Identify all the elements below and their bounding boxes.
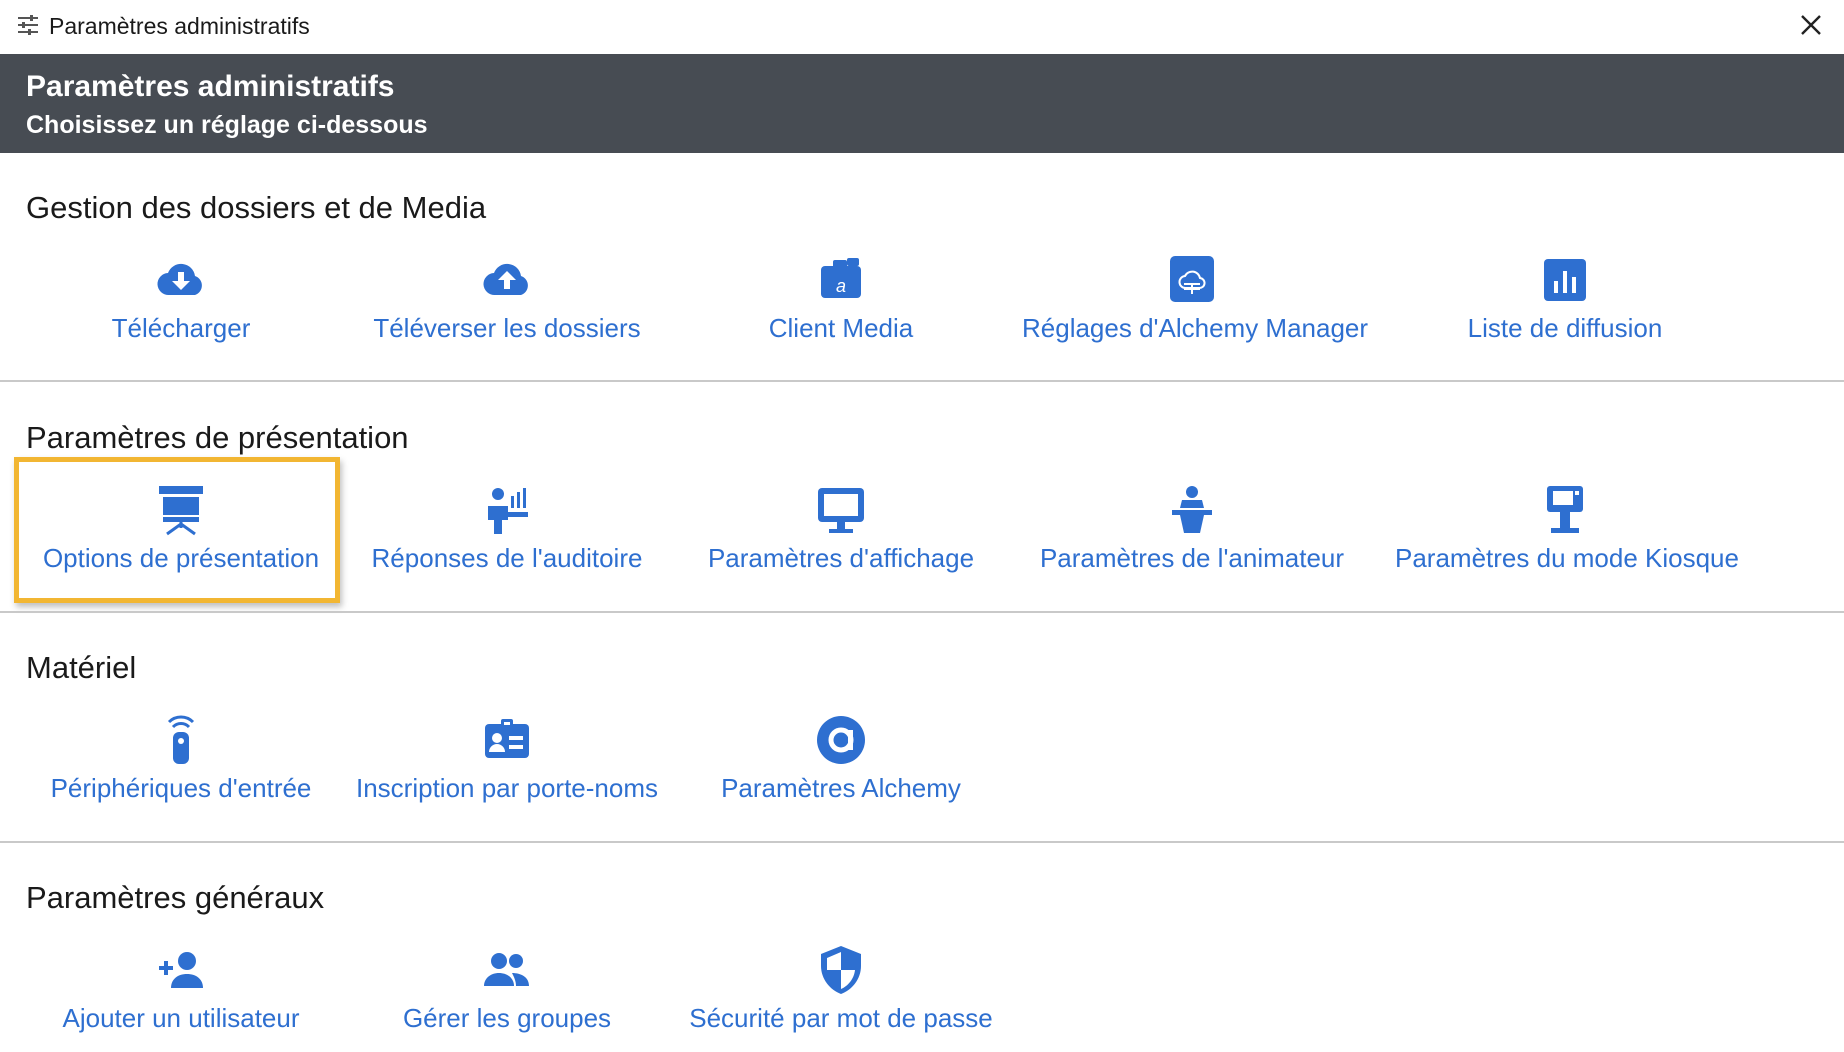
tile-parametres-affichage[interactable]: Paramètres d'affichage <box>671 484 1011 580</box>
close-icon <box>1801 15 1821 35</box>
cloud-download-icon <box>155 254 207 306</box>
kiosk-icon <box>1539 484 1591 536</box>
tile-telecharger[interactable]: Télécharger <box>11 254 351 350</box>
tile-label: Téléverser les dossiers <box>373 313 641 343</box>
tile-label: Liste de diffusion <box>1467 313 1663 343</box>
audience-responses-icon <box>481 484 533 536</box>
sliders-icon <box>16 13 40 37</box>
page-subtitle: Choisissez un réglage ci-dessous <box>26 111 428 139</box>
tile-label: Ajouter un utilisateur <box>62 1003 300 1033</box>
group-icon <box>481 944 533 996</box>
tile-label: Paramètres d'affichage <box>707 543 975 573</box>
page-title: Paramètres administratifs <box>26 70 395 103</box>
tile-alchemy-manager[interactable]: Réglages d'Alchemy Manager <box>1022 254 1369 350</box>
tile-liste-diffusion[interactable]: Liste de diffusion <box>1395 254 1735 350</box>
window-title: Paramètres administratifs <box>49 13 310 39</box>
tile-securite-mot-de-passe[interactable]: Sécurité par mot de passe <box>671 944 1011 1040</box>
add-user-icon <box>155 944 207 996</box>
alchemy-logo-icon <box>815 714 867 766</box>
bar-chart-icon <box>1539 254 1591 306</box>
tile-client-media[interactable]: a Client Media <box>671 254 1011 350</box>
tile-peripheriques-entree[interactable]: Périphériques d'entrée <box>11 714 351 810</box>
svg-text:a: a <box>836 276 846 296</box>
tile-label: Paramètres Alchemy <box>721 773 961 803</box>
shield-icon <box>815 944 867 996</box>
media-client-icon: a <box>815 254 867 306</box>
tile-label: Périphériques d'entrée <box>50 773 312 803</box>
tile-label: Télécharger <box>111 313 251 343</box>
monitor-icon <box>815 484 867 536</box>
tile-inscription-porte-noms[interactable]: Inscription par porte-noms <box>337 714 677 810</box>
tile-gerer-groupes[interactable]: Gérer les groupes <box>337 944 677 1040</box>
section-title-generaux: Paramètres généraux <box>26 880 325 915</box>
section-title-materiel: Matériel <box>26 650 137 685</box>
tile-reponses-auditoire[interactable]: Réponses de l'auditoire <box>337 484 677 580</box>
section-title-media: Gestion des dossiers et de Media <box>26 190 487 225</box>
tile-mode-kiosque[interactable]: Paramètres du mode Kiosque <box>1395 484 1739 580</box>
badge-icon <box>481 714 533 766</box>
page-header: Paramètres administratifs Choisissez un … <box>0 54 1844 153</box>
close-button[interactable] <box>1794 8 1828 42</box>
wireless-remote-icon <box>155 714 207 766</box>
tile-label: Paramètres de l'animateur <box>1039 543 1345 573</box>
tile-parametres-animateur[interactable]: Paramètres de l'animateur <box>1022 484 1362 580</box>
section-title-presentation: Paramètres de présentation <box>26 420 409 455</box>
tile-label: Paramètres du mode Kiosque <box>1395 543 1739 573</box>
tile-label: Sécurité par mot de passe <box>689 1003 993 1033</box>
cloud-settings-icon <box>1166 254 1218 306</box>
presenter-podium-icon <box>1166 484 1218 536</box>
tile-label: Gérer les groupes <box>402 1003 612 1033</box>
tile-label: Réponses de l'auditoire <box>371 543 643 573</box>
presentation-easel-icon <box>155 484 207 536</box>
window-titlebar: Paramètres administratifs <box>0 0 1844 52</box>
cloud-upload-icon <box>481 254 533 306</box>
divider <box>0 611 1844 613</box>
divider <box>0 841 1844 843</box>
tile-label: Réglages d'Alchemy Manager <box>1022 313 1369 343</box>
tile-ajouter-utilisateur[interactable]: Ajouter un utilisateur <box>11 944 351 1040</box>
tile-televerser[interactable]: Téléverser les dossiers <box>337 254 677 350</box>
divider <box>0 380 1844 382</box>
tile-parametres-alchemy[interactable]: Paramètres Alchemy <box>671 714 1011 810</box>
tile-options-presentation[interactable]: Options de présentation <box>11 484 351 580</box>
tile-label: Client Media <box>768 313 914 343</box>
tile-label: Options de présentation <box>42 543 320 573</box>
tile-label: Inscription par porte-noms <box>355 773 659 803</box>
